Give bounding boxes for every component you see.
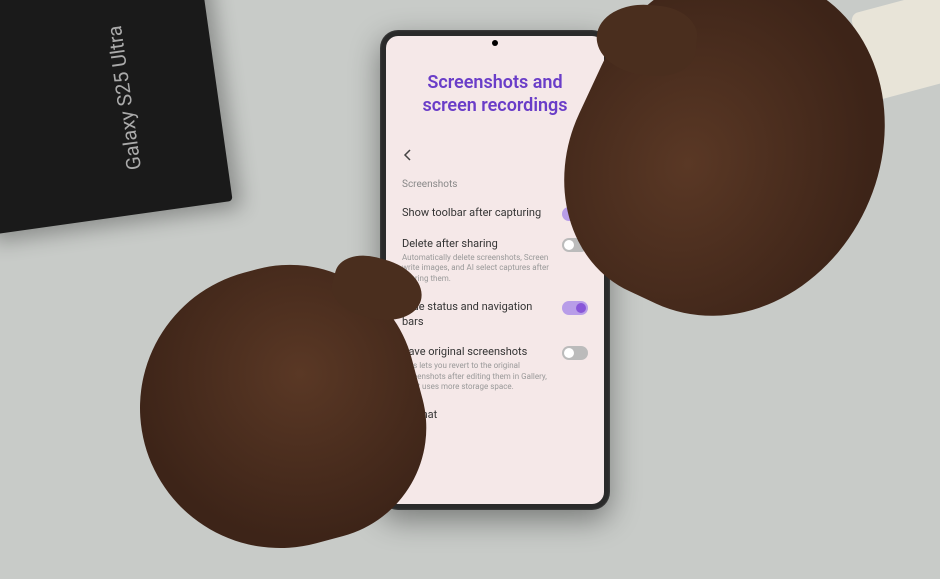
page-title: Screenshots and screen recordings: [402, 71, 588, 118]
setting-desc: This lets you revert to the original scr…: [402, 361, 552, 392]
section-header: Screenshots: [402, 179, 588, 190]
setting-title: Show toolbar after capturing: [402, 206, 552, 220]
product-box: Galaxy S25 Ultra: [0, 0, 233, 236]
toggle-save-original[interactable]: [562, 346, 588, 360]
product-name-label: Galaxy S25 Ultra: [102, 24, 146, 171]
setting-format[interactable]: Format JPG: [402, 400, 588, 442]
setting-delete-after-sharing[interactable]: Delete after sharing Automatically delet…: [402, 229, 588, 292]
back-button[interactable]: [402, 146, 588, 167]
toggle-hide-bars[interactable]: [562, 301, 588, 315]
setting-title: Format: [402, 408, 578, 422]
setting-show-toolbar[interactable]: Show toolbar after capturing: [402, 198, 588, 229]
setting-value: JPG: [402, 425, 578, 435]
setting-hide-bars[interactable]: Hide status and navigation bars: [402, 292, 588, 337]
camera-notch: [492, 40, 498, 46]
setting-title: Delete after sharing: [402, 237, 552, 251]
setting-save-original[interactable]: Save original screenshots This lets you …: [402, 337, 588, 400]
chevron-left-icon: [402, 148, 412, 162]
setting-desc: Automatically delete screenshots, Screen…: [402, 253, 552, 284]
setting-title: Hide status and navigation bars: [402, 300, 552, 329]
setting-title: Save original screenshots: [402, 345, 552, 359]
